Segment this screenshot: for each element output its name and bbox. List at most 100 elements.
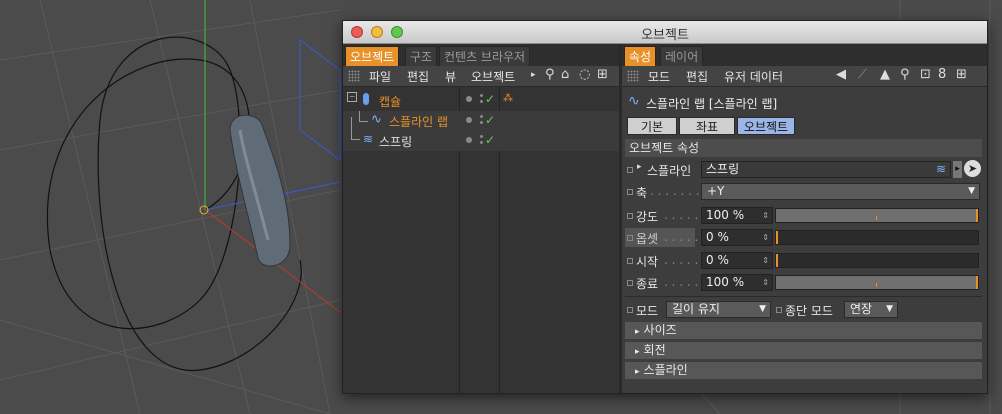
offset-input[interactable]: 0 % ⇕ — [701, 229, 773, 246]
start-slider[interactable] — [775, 253, 979, 268]
up-arrow-icon[interactable]: ▲ — [880, 67, 890, 82]
slider-fill — [776, 276, 978, 289]
tree-row[interactable]: − 캡슐 ✓ ⁂ — [343, 91, 619, 111]
group-rotation[interactable]: ▸ 회전 — [625, 342, 982, 359]
dotted-leader: . . . . . — [664, 275, 699, 289]
new-window-icon[interactable]: ⊞ — [956, 67, 967, 82]
spring-icon: ≋ — [935, 162, 946, 176]
titlebar[interactable]: 오브젝트 — [343, 21, 987, 44]
group-label: 회전 — [643, 343, 666, 357]
anim-keyframe-box[interactable] — [627, 213, 633, 219]
mode-dropdown[interactable]: 길이 유지 ▼ — [666, 301, 771, 318]
menu-view[interactable]: 뷰 — [445, 68, 456, 85]
anim-keyframe-box[interactable] — [776, 307, 782, 313]
strength-value: 100 % — [706, 208, 745, 222]
collapse-toggle[interactable]: − — [347, 92, 357, 102]
enabled-check-icon[interactable]: ✓ — [485, 92, 495, 106]
tab-attributes[interactable]: 속성 — [624, 46, 657, 66]
menu-user-data[interactable]: 유저 데이터 — [724, 68, 783, 85]
anim-keyframe-box[interactable] — [627, 167, 633, 173]
anim-keyframe-box[interactable] — [627, 307, 633, 313]
visibility-dot[interactable] — [480, 94, 483, 97]
enabled-check-icon[interactable]: ✓ — [485, 113, 495, 127]
group-size[interactable]: ▸ 사이즈 — [625, 322, 982, 339]
visibility-dot[interactable] — [480, 141, 483, 144]
visibility-dot[interactable] — [480, 121, 483, 124]
tree-item-label: 스프링 — [379, 135, 413, 149]
layer-dot[interactable] — [466, 137, 472, 143]
menu-file[interactable]: 파일 — [369, 68, 391, 85]
slider-handle[interactable] — [976, 209, 978, 222]
tag-icon[interactable]: ⁂ — [503, 93, 513, 104]
strength-slider[interactable] — [775, 208, 979, 223]
eye-icon[interactable]: ◌ — [579, 67, 590, 82]
tree-branch — [359, 111, 368, 122]
stepper-icon[interactable]: ⇕ — [762, 275, 769, 290]
expand-arrow-icon[interactable]: ▸ — [637, 162, 642, 172]
axis-dropdown[interactable]: +Y ▼ — [701, 183, 980, 200]
search-icon[interactable]: ⚲ — [545, 67, 555, 82]
tab-structure[interactable]: 구조 — [405, 46, 438, 66]
menu-object[interactable]: 오브젝트 — [471, 68, 515, 85]
spline-link-field[interactable]: 스프링 ≋ — [701, 161, 951, 178]
slider-handle[interactable] — [976, 276, 978, 289]
subtab-coord[interactable]: 좌표 — [679, 117, 735, 135]
link-menu-arrow-icon[interactable]: ▸ — [953, 161, 962, 178]
anim-keyframe-box[interactable] — [627, 258, 633, 264]
capsule-icon — [363, 93, 369, 105]
menu-edit[interactable]: 편집 — [686, 68, 708, 85]
home-icon[interactable]: ⌂ — [561, 67, 569, 82]
slider-handle[interactable] — [776, 231, 778, 244]
menu-edit[interactable]: 편집 — [407, 68, 429, 85]
offset-slider[interactable] — [775, 230, 979, 245]
stepper-icon[interactable]: ⇕ — [762, 230, 769, 245]
anim-keyframe-box[interactable] — [627, 235, 633, 241]
new-window-icon[interactable]: ⊞ — [597, 67, 608, 82]
prop-label-start: 시작 — [636, 255, 659, 269]
end-slider[interactable] — [775, 275, 979, 290]
end-mode-dropdown[interactable]: 연장 ▼ — [844, 301, 898, 318]
tree-row[interactable]: ∿ 스플라인 랩 ✓ — [343, 111, 619, 131]
tree-row[interactable]: ≋ 스프링 ✓ — [343, 117, 619, 151]
grip-icon[interactable] — [348, 70, 360, 82]
stepper-icon[interactable]: ⇕ — [762, 253, 769, 268]
spline-wrap-icon: ∿ — [371, 112, 382, 127]
settings-icon[interactable]: 8 — [938, 67, 946, 82]
right-tabs: 속성 레이어 — [622, 44, 987, 66]
visibility-dot[interactable] — [480, 100, 483, 103]
expand-arrow-icon: ▸ — [635, 367, 640, 377]
mode-value: 길이 유지 — [672, 302, 720, 316]
chevron-down-icon: ▼ — [968, 186, 975, 196]
triangle-right-icon[interactable]: ▸ — [531, 70, 536, 80]
group-spline[interactable]: ▸ 스플라인 — [625, 362, 982, 379]
subtab-object[interactable]: 오브젝트 — [737, 117, 795, 135]
expand-arrow-icon: ▸ — [635, 327, 640, 337]
tab-objects[interactable]: 오브젝트 — [345, 46, 400, 66]
anim-keyframe-box[interactable] — [627, 280, 633, 286]
end-input[interactable]: 100 % ⇕ — [701, 274, 773, 291]
visibility-dot[interactable] — [480, 135, 483, 138]
layer-dot[interactable] — [466, 117, 472, 123]
grip-icon[interactable] — [627, 70, 639, 82]
enabled-check-icon[interactable]: ✓ — [485, 133, 495, 147]
anim-keyframe-box[interactable] — [627, 189, 633, 195]
visibility-dot[interactable] — [480, 115, 483, 118]
tab-content-browser[interactable]: 컨텐츠 브라우저 — [439, 46, 531, 66]
tab-layers[interactable]: 레이어 — [660, 46, 704, 66]
layer-dot[interactable] — [466, 96, 472, 102]
section-header: 오브젝트 속성 — [625, 139, 982, 157]
subtab-basic[interactable]: 기본 — [627, 117, 677, 135]
slider-handle[interactable] — [776, 254, 778, 267]
dotted-leader: . . . . . — [664, 230, 699, 244]
back-arrow-icon[interactable]: ◀ — [836, 67, 846, 82]
pick-cursor-icon[interactable]: ➤ — [964, 160, 981, 177]
history-icon[interactable]: ⟋ — [858, 67, 867, 82]
strength-input[interactable]: 100 % ⇕ — [701, 207, 773, 224]
menu-mode[interactable]: 모드 — [648, 68, 670, 85]
prop-label-end-mode: 종단 모드 — [785, 304, 833, 318]
start-input[interactable]: 0 % ⇕ — [701, 252, 773, 269]
slider-tick — [876, 283, 877, 287]
lock-icon[interactable]: ⊡ — [920, 67, 931, 82]
search-icon[interactable]: ⚲ — [900, 67, 910, 82]
stepper-icon[interactable]: ⇕ — [762, 208, 769, 223]
